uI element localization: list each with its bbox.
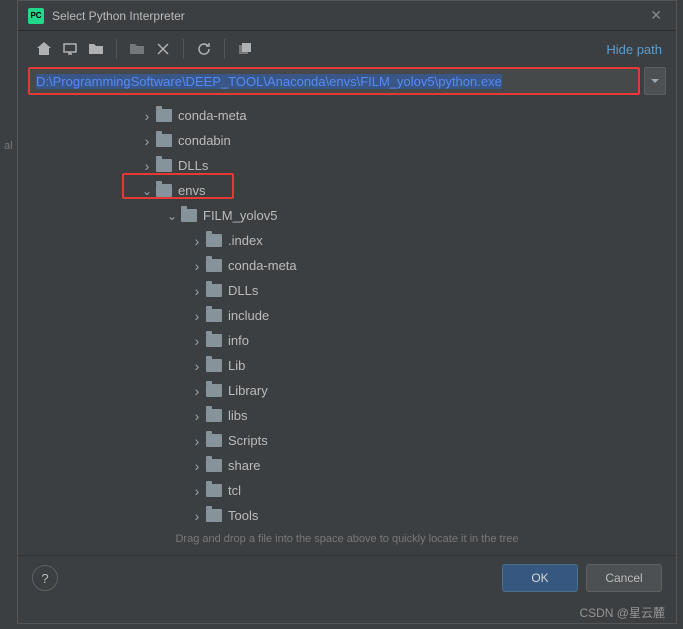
tree-item-envs[interactable]: envs — [20, 178, 666, 203]
delete-icon[interactable] — [151, 37, 175, 61]
chevron-down-icon[interactable] — [165, 209, 179, 223]
folder-icon — [206, 284, 222, 297]
path-row: D:\ProgrammingSoftware\DEEP_TOOL\Anacond… — [18, 67, 676, 101]
desktop-icon[interactable] — [58, 37, 82, 61]
tree-item-library[interactable]: Library — [20, 378, 666, 403]
toolbar: Hide path — [18, 31, 676, 67]
show-hidden-icon[interactable] — [233, 37, 257, 61]
chevron-right-icon[interactable] — [190, 359, 204, 373]
folder-icon — [206, 234, 222, 247]
tree-item-condabin[interactable]: condabin — [20, 128, 666, 153]
home-icon[interactable] — [32, 37, 56, 61]
refresh-icon[interactable] — [192, 37, 216, 61]
footer: ? OK Cancel — [18, 555, 676, 600]
chevron-down-icon[interactable] — [140, 184, 154, 198]
tree-item-label: Library — [228, 383, 268, 398]
folder-icon — [206, 434, 222, 447]
folder-icon — [156, 134, 172, 147]
tree-item-label: info — [228, 333, 249, 348]
chevron-right-icon[interactable] — [140, 109, 154, 123]
tree-item-dlls[interactable]: DLLs — [20, 278, 666, 303]
background-fragment: al — [4, 140, 13, 152]
tree-item-label: Tools — [228, 508, 258, 523]
tree-item-include[interactable]: include — [20, 303, 666, 328]
chevron-right-icon[interactable] — [140, 134, 154, 148]
cancel-button[interactable]: Cancel — [586, 564, 662, 592]
toolbar-separator — [224, 39, 225, 59]
tree-item-label: tcl — [228, 483, 241, 498]
tree-item-label: include — [228, 308, 269, 323]
toolbar-separator — [183, 39, 184, 59]
path-input[interactable]: D:\ProgrammingSoftware\DEEP_TOOL\Anacond… — [28, 67, 640, 95]
tree-item-label: FILM_yolov5 — [203, 208, 277, 223]
tree-item-label: libs — [228, 408, 248, 423]
tree-item-label: DLLs — [228, 283, 258, 298]
watermark: CSDN @星云麓 — [579, 604, 665, 621]
folder-icon — [206, 384, 222, 397]
tree-item-share[interactable]: share — [20, 453, 666, 478]
chevron-right-icon[interactable] — [190, 409, 204, 423]
folder-icon — [156, 109, 172, 122]
tree-item-film-yolov5[interactable]: FILM_yolov5 — [20, 203, 666, 228]
chevron-right-icon[interactable] — [190, 434, 204, 448]
folder-icon — [206, 459, 222, 472]
ok-button[interactable]: OK — [502, 564, 578, 592]
project-icon[interactable] — [84, 37, 108, 61]
chevron-right-icon[interactable] — [190, 484, 204, 498]
tree-item-label: Lib — [228, 358, 245, 373]
folder-tree[interactable]: conda-meta condabin DLLs envs FILM_yolov5 .in… — [20, 101, 666, 527]
folder-icon — [206, 359, 222, 372]
tree-item-label: DLLs — [178, 158, 208, 173]
chevron-right-icon[interactable] — [190, 334, 204, 348]
folder-icon — [206, 334, 222, 347]
folder-icon — [156, 159, 172, 172]
close-icon[interactable]: ✕ — [646, 7, 666, 24]
chevron-right-icon[interactable] — [190, 459, 204, 473]
drop-hint: Drag and drop a file into the space abov… — [18, 527, 676, 555]
tree-item-conda-meta[interactable]: conda-meta — [20, 103, 666, 128]
new-folder-icon[interactable] — [125, 37, 149, 61]
tree-item-label: envs — [178, 183, 205, 198]
chevron-right-icon[interactable] — [190, 309, 204, 323]
tree-item-dlls[interactable]: DLLs — [20, 153, 666, 178]
pycharm-icon: PC — [28, 8, 44, 24]
tree-item-label: conda-meta — [178, 108, 247, 123]
tree-container: conda-meta condabin DLLs envs FILM_yolov5 .in… — [20, 101, 666, 527]
folder-icon — [156, 184, 172, 197]
tree-item-lib[interactable]: Lib — [20, 353, 666, 378]
folder-icon — [206, 309, 222, 322]
titlebar[interactable]: PC Select Python Interpreter ✕ — [18, 1, 676, 31]
tree-item-tools[interactable]: Tools — [20, 503, 666, 527]
hide-path-link[interactable]: Hide path — [606, 42, 662, 57]
path-dropdown-button[interactable] — [644, 67, 666, 95]
tree-item-info[interactable]: info — [20, 328, 666, 353]
chevron-right-icon[interactable] — [190, 509, 204, 523]
folder-icon — [206, 484, 222, 497]
tree-item-tcl[interactable]: tcl — [20, 478, 666, 503]
tree-item-conda-meta[interactable]: conda-meta — [20, 253, 666, 278]
chevron-right-icon[interactable] — [190, 384, 204, 398]
tree-item-label: .index — [228, 233, 263, 248]
chevron-right-icon[interactable] — [190, 234, 204, 248]
path-text: D:\ProgrammingSoftware\DEEP_TOOL\Anacond… — [36, 74, 502, 89]
chevron-right-icon[interactable] — [190, 284, 204, 298]
tree-item-label: condabin — [178, 133, 231, 148]
folder-icon — [181, 209, 197, 222]
tree-item-label: conda-meta — [228, 258, 297, 273]
tree-item--index[interactable]: .index — [20, 228, 666, 253]
chevron-right-icon[interactable] — [140, 159, 154, 173]
chevron-right-icon[interactable] — [190, 259, 204, 273]
folder-icon — [206, 409, 222, 422]
folder-icon — [206, 259, 222, 272]
tree-item-scripts[interactable]: Scripts — [20, 428, 666, 453]
tree-item-label: share — [228, 458, 261, 473]
tree-item-label: Scripts — [228, 433, 268, 448]
select-interpreter-dialog: PC Select Python Interpreter ✕ Hide path… — [17, 0, 677, 624]
dialog-title: Select Python Interpreter — [52, 9, 646, 23]
toolbar-separator — [116, 39, 117, 59]
help-button[interactable]: ? — [32, 565, 58, 591]
folder-icon — [206, 509, 222, 522]
tree-item-libs[interactable]: libs — [20, 403, 666, 428]
